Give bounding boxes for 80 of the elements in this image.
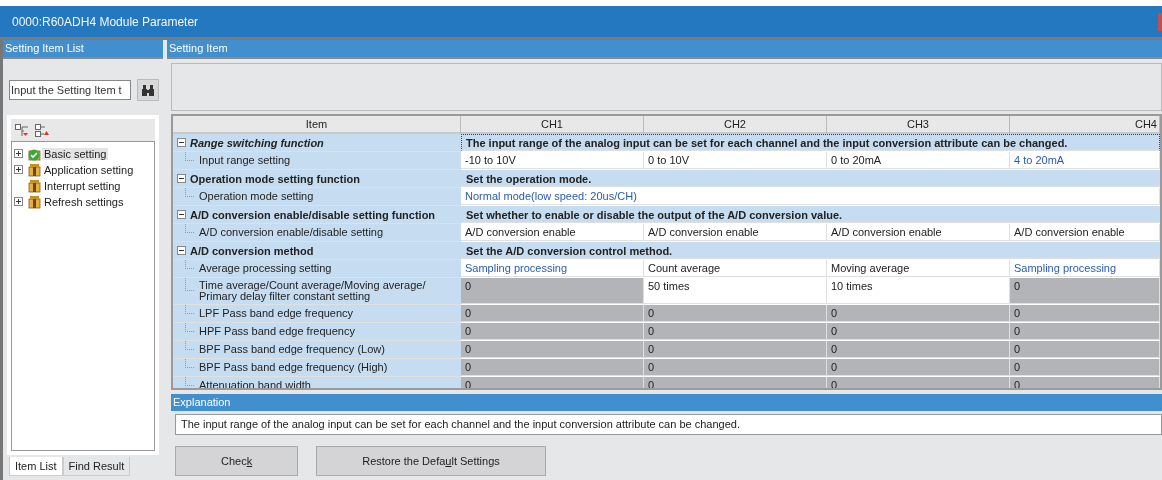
group-title: A/D conversion enable/disable setting function (190, 208, 436, 221)
value-cell[interactable]: 0 to 20mA (827, 152, 1010, 169)
value-cell[interactable]: A/D conversion enable (644, 224, 827, 241)
find-button[interactable] (137, 79, 159, 101)
item-label: Average processing setting (173, 260, 461, 278)
value-cell[interactable]: A/D conversion enable (1010, 224, 1160, 241)
value-cell: 0 (461, 359, 644, 376)
value-cell[interactable]: -10 to 10V (461, 152, 644, 169)
column-header: CH4 (1010, 116, 1160, 134)
item-label: HPF Pass band edge frequency (173, 323, 461, 341)
value-cell[interactable]: Moving average (827, 260, 1010, 277)
panel-header: Setting Item List (3, 40, 163, 59)
value-cell: 0 (461, 278, 644, 304)
collapse-icon[interactable] (177, 174, 186, 183)
value-cell: 0 (827, 359, 1010, 376)
value-cell[interactable]: Sampling processing (461, 260, 644, 277)
group-description: Set the operation mode. (461, 170, 1160, 187)
value-cell[interactable]: 4 to 20mA (1010, 152, 1160, 169)
tab[interactable]: Item List (9, 457, 63, 476)
value-cell: 0 (644, 323, 827, 340)
value-cell: 0 (644, 359, 827, 376)
value-cell: 0 (461, 341, 644, 358)
value-cell[interactable]: 50 times (644, 278, 827, 304)
restore-defaults-button[interactable]: Restore the Default Settings (316, 446, 546, 476)
column-header: CH3 (827, 116, 1010, 134)
group-title: A/D conversion method (190, 244, 314, 257)
value-cell[interactable]: A/D conversion enable (827, 224, 1010, 241)
item-label: Operation mode setting (173, 188, 461, 206)
group-title: Operation mode setting function (190, 172, 360, 185)
collapse-icon[interactable] (177, 246, 186, 255)
value-cell[interactable]: A/D conversion enable (461, 224, 644, 241)
group-description: The input range of the analog input can be set for each channel and the input conversion attribute can be changed. (461, 134, 1160, 151)
item-label: BPF Pass band edge frequency (Low) (173, 341, 461, 359)
column-header: Item (173, 116, 461, 134)
tree-item[interactable]: Interrupt setting (42, 179, 123, 192)
expand-icon[interactable] (14, 197, 23, 206)
expand-all-icon[interactable] (15, 123, 29, 137)
group-title: Range switching function (190, 136, 324, 149)
collapse-all-icon[interactable] (35, 123, 49, 137)
value-cell: 0 (827, 305, 1010, 322)
item-label: Time average/Count average/Moving average/ Primary delay filter constant setting (173, 278, 461, 305)
value-cell: 0 (1010, 278, 1160, 304)
value-cell: 0 (644, 341, 827, 358)
value-cell: 0 (827, 341, 1010, 358)
value-cell: 0 (1010, 359, 1160, 376)
tab[interactable]: Find Result (62, 457, 131, 476)
column-header: CH2 (644, 116, 827, 134)
value-cell: 0 (644, 305, 827, 322)
item-label: LPF Pass band edge frequency (173, 305, 461, 323)
tree-item[interactable]: Application setting (42, 163, 136, 176)
search-field[interactable]: Input the Setting Item t (9, 80, 131, 100)
value-cell: 0 (827, 323, 1010, 340)
expand-icon[interactable] (14, 149, 23, 158)
check-button[interactable]: Check (175, 446, 299, 476)
column-header: CH1 (461, 116, 644, 134)
tree-item[interactable]: Basic setting (42, 147, 109, 160)
item-label: BPF Pass band edge frequency (High) (173, 359, 461, 377)
panel-header: Setting Item (167, 40, 1162, 59)
collapse-icon[interactable] (177, 138, 186, 147)
value-cell: 0 (1010, 341, 1160, 358)
collapse-icon[interactable] (177, 210, 186, 219)
value-cell: 0 (461, 305, 644, 322)
window-title: 0000:R60ADH4 Module Parameter (12, 14, 199, 29)
value-cell[interactable]: Count average (644, 260, 827, 277)
value-cell: 0 (461, 323, 644, 340)
value-cell[interactable]: 0 to 10V (644, 152, 827, 169)
item-label: Input range setting (173, 152, 461, 170)
group-description: Set the A/D conversion control method. (461, 242, 1160, 259)
expand-icon[interactable] (14, 165, 23, 174)
group-description: Set whether to enable or disable the output of the A/D conversion value. (461, 206, 1160, 223)
value-cell: 0 (1010, 323, 1160, 340)
binoculars-icon (141, 83, 155, 97)
value-cell[interactable]: Normal mode(low speed: 20us/CH) (461, 188, 1160, 205)
item-label: A/D conversion enable/disable setting (173, 224, 461, 242)
panel-header: Explanation (171, 394, 1162, 411)
value-cell[interactable]: 10 times (827, 278, 1010, 304)
explanation-text: The input range of the analog input can be set for each channel and the input conversion attribute can be changed. (175, 414, 1162, 435)
value-cell[interactable]: Sampling processing (1010, 260, 1160, 277)
tree-item[interactable]: Refresh settings (42, 195, 126, 208)
value-cell: 0 (1010, 305, 1160, 322)
